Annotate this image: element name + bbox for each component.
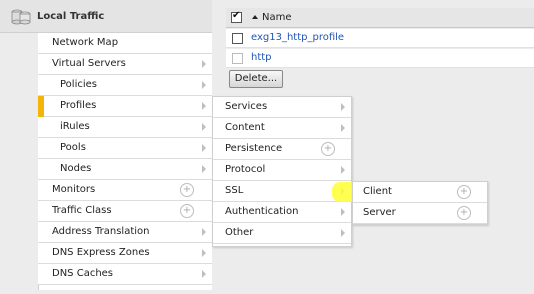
menu-item-protocol[interactable]: Protocol: [213, 160, 351, 181]
sidebar-item-network-map[interactable]: Network Map: [38, 33, 212, 54]
chevron-right-icon: [202, 60, 206, 68]
sidebar-item-profiles[interactable]: Profiles: [38, 96, 212, 117]
chevron-right-icon: [202, 249, 206, 257]
table-row: exg13_http_profile: [226, 29, 534, 48]
active-indicator: [38, 96, 44, 117]
chevron-right-icon: [202, 165, 206, 173]
menu-item-ssl[interactable]: SSL: [213, 181, 351, 202]
chevron-right-icon: [202, 81, 206, 89]
chevron-right-icon: [202, 123, 206, 131]
add-icon[interactable]: +: [180, 204, 194, 218]
menu-item-persistence[interactable]: Persistence +: [213, 139, 351, 160]
sidebar-item-label: Virtual Servers: [52, 58, 126, 69]
add-icon[interactable]: +: [321, 142, 335, 156]
menu-item-content[interactable]: Content: [213, 118, 351, 139]
menu-item-label: Client: [363, 186, 392, 197]
menu-item-label: SSL: [225, 185, 244, 196]
menu-item-label: Content: [225, 122, 265, 133]
menu-item-label: Persistence: [225, 143, 283, 154]
profiles-flyout-menu: Services Content Persistence + Protocol SSL Au…: [212, 96, 352, 247]
sort-ascending-icon[interactable]: [252, 15, 258, 19]
chevron-right-icon: [341, 208, 345, 216]
sidebar-item-policies[interactable]: Policies: [38, 75, 212, 96]
sidebar-item-label: DNS Caches: [52, 268, 114, 279]
add-icon[interactable]: +: [457, 206, 471, 220]
menu-item-server[interactable]: Server +: [353, 203, 487, 224]
sidebar-item-label: Monitors: [52, 184, 96, 195]
section-title: Local Traffic: [37, 11, 105, 22]
sidebar-item-nodes[interactable]: Nodes: [38, 159, 212, 180]
add-icon[interactable]: +: [180, 183, 194, 197]
sidebar-item-dns-express-zones[interactable]: DNS Express Zones: [38, 243, 212, 264]
menu-item-client[interactable]: Client +: [353, 182, 487, 203]
sidebar-item-virtual-servers[interactable]: Virtual Servers: [38, 54, 212, 75]
chevron-right-icon: [341, 124, 345, 132]
chevron-right-icon: [202, 144, 206, 152]
menu-item-label: Services: [225, 101, 268, 112]
chevron-right-icon: [202, 228, 206, 236]
profile-link[interactable]: http: [251, 52, 272, 63]
sidebar-item-dns-caches[interactable]: DNS Caches: [38, 264, 212, 285]
sidebar-item-label: DNS Express Zones: [52, 247, 150, 258]
database-icon: [11, 9, 31, 25]
delete-button[interactable]: Delete...: [229, 70, 283, 88]
sidebar-item-address-translation[interactable]: Address Translation: [38, 222, 212, 243]
local-traffic-header: Local Traffic: [0, 0, 212, 33]
column-header-name[interactable]: Name: [262, 12, 292, 23]
profile-link[interactable]: exg13_http_profile: [251, 32, 344, 43]
sidebar-item-monitors[interactable]: Monitors +: [38, 180, 212, 201]
sidebar-item-label: Traffic Class: [52, 205, 112, 216]
select-all-checkbox[interactable]: [231, 10, 242, 23]
sidebar-item-label: Policies: [60, 79, 97, 90]
sidebar-item-label: Address Translation: [52, 226, 150, 237]
chevron-right-icon: [202, 102, 206, 110]
sidebar-item-label: Pools: [60, 142, 86, 153]
chevron-right-icon: [341, 229, 345, 237]
sidebar-item-pools[interactable]: Pools: [38, 138, 212, 159]
sidebar-item-irules[interactable]: iRules: [38, 117, 212, 138]
menu-item-label: Authentication: [225, 206, 299, 217]
sidebar-item-label: Nodes: [60, 163, 92, 174]
menu-item-authentication[interactable]: Authentication: [213, 202, 351, 223]
menu-item-label: Other: [225, 227, 254, 238]
row-checkbox[interactable]: [232, 33, 243, 44]
chevron-right-icon: [341, 103, 345, 111]
sidebar-item-traffic-class[interactable]: Traffic Class +: [38, 201, 212, 222]
menu-item-label: Protocol: [225, 164, 266, 175]
menu-item-other[interactable]: Other: [213, 223, 351, 244]
table-row: http: [226, 49, 534, 68]
add-icon[interactable]: +: [457, 185, 471, 199]
row-checkbox: [232, 53, 243, 64]
menu-item-services[interactable]: Services: [213, 97, 351, 118]
sidebar-item-label: Profiles: [60, 100, 97, 111]
ssl-flyout-menu: Client + Server +: [352, 181, 488, 225]
sidebar-item-label: Network Map: [52, 37, 119, 48]
chevron-right-icon: [341, 166, 345, 174]
chevron-right-icon: [202, 270, 206, 278]
sidebar-item-label: iRules: [60, 121, 90, 132]
menu-item-label: Server: [363, 207, 396, 218]
